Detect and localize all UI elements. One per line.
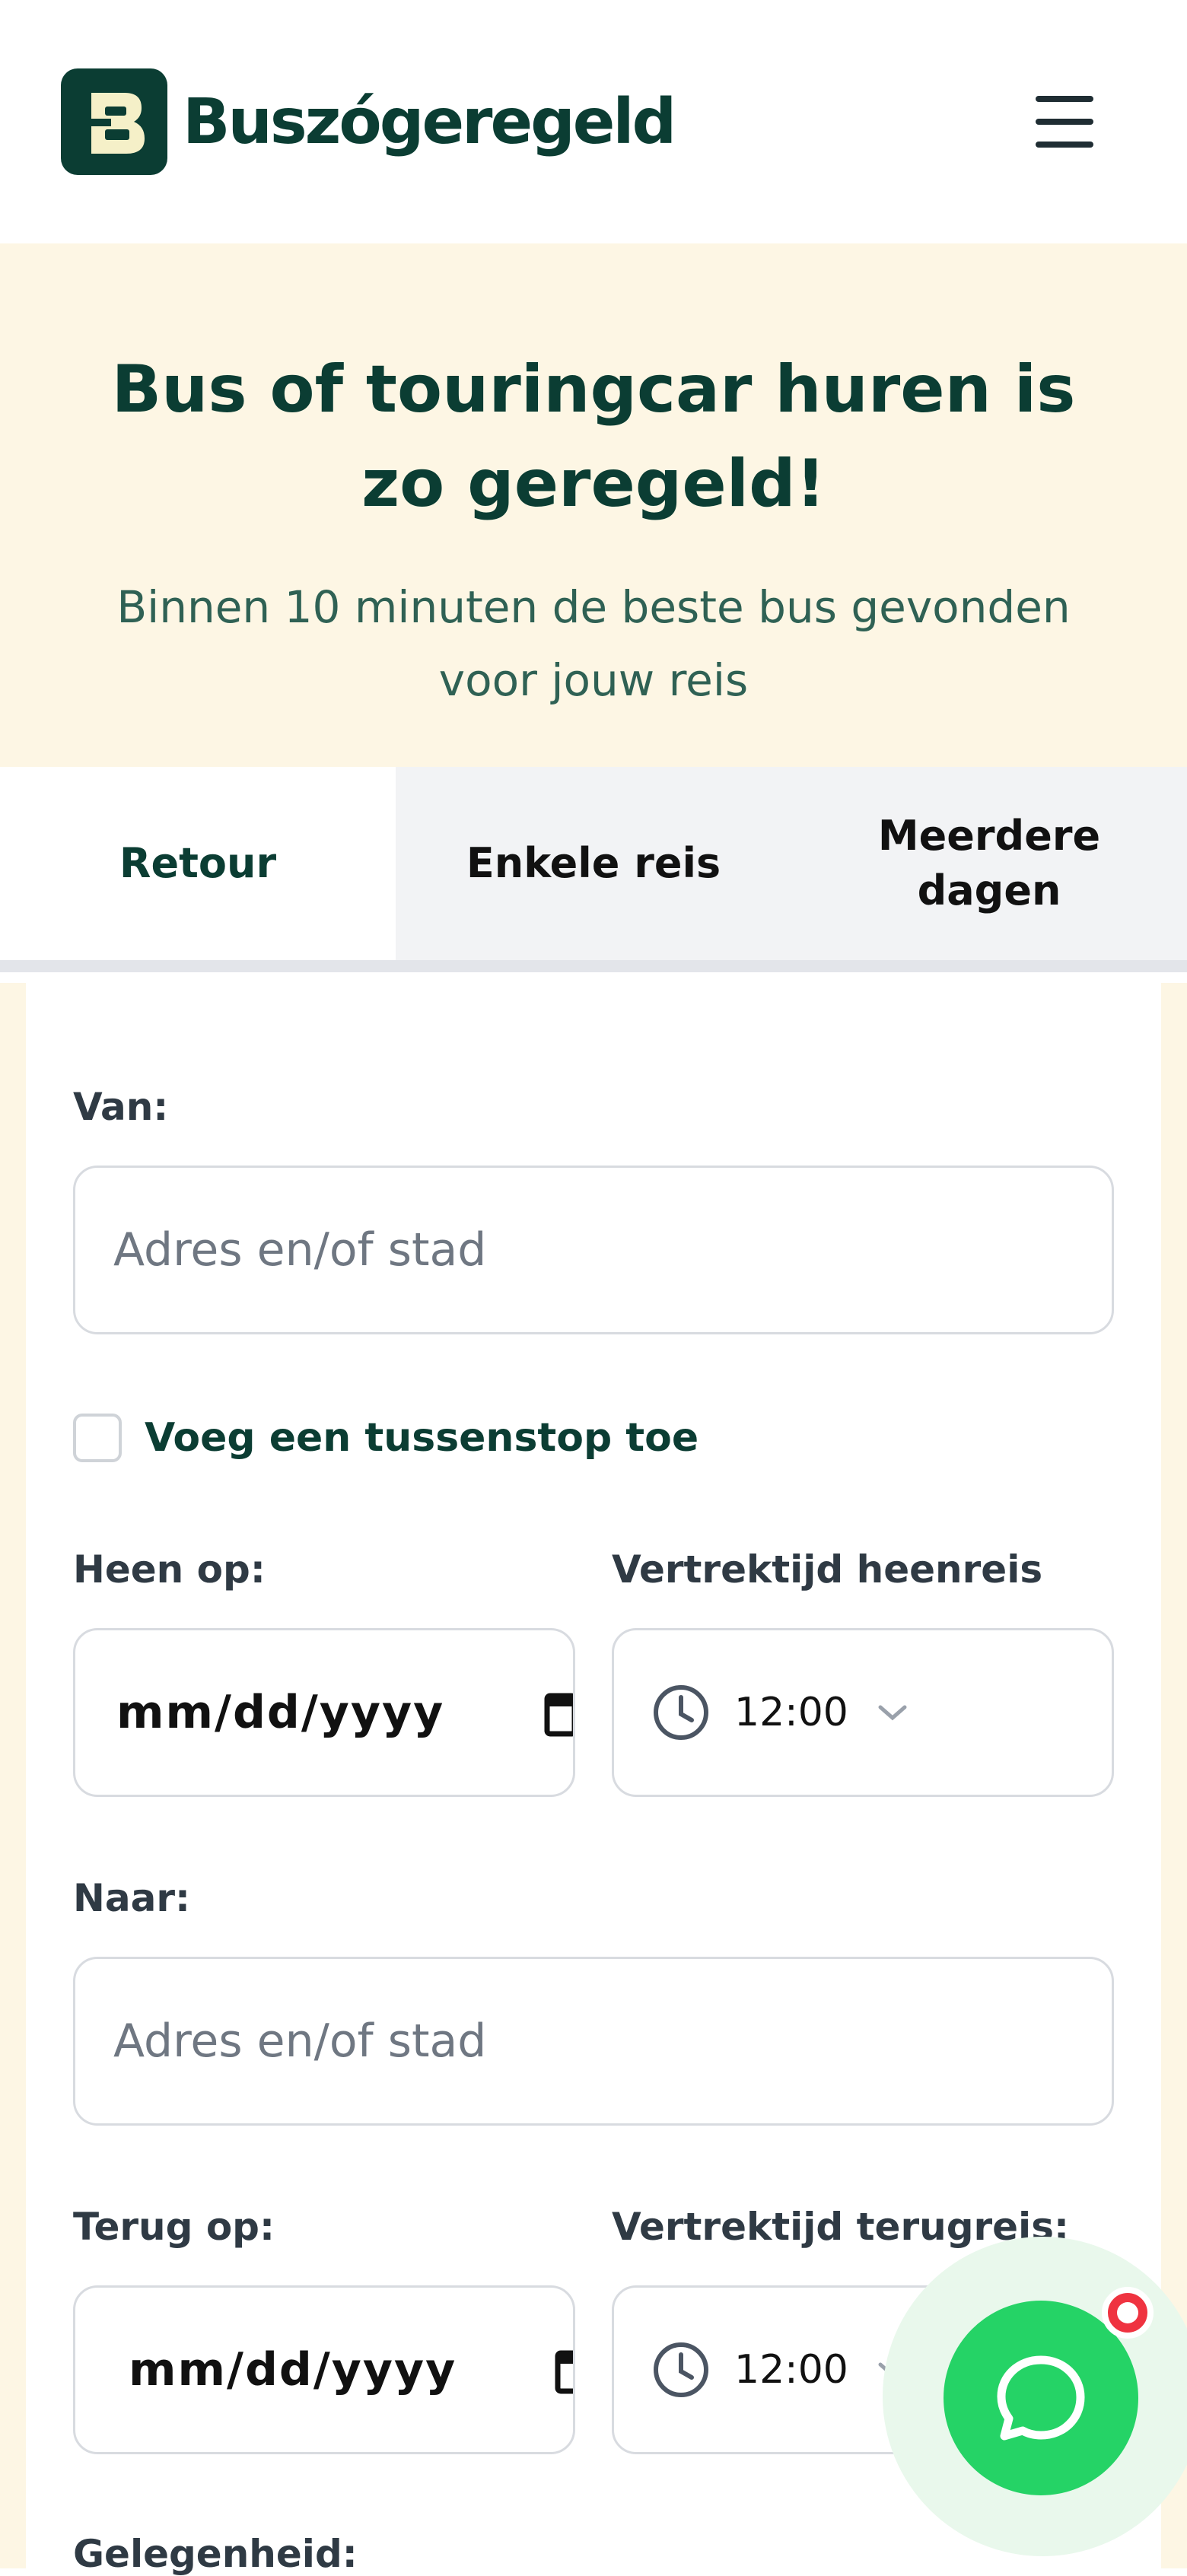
depart-time-label: Vertrektijd heenreis — [612, 1547, 1043, 1592]
depart-time-value: 12:00 — [734, 1690, 848, 1735]
tab-enkele-reis[interactable]: Enkele reis — [396, 767, 791, 960]
brand-name: Buszógeregeld — [183, 85, 676, 158]
return-date-label: Terug op: — [73, 2205, 275, 2249]
depart-date-label: Heen op: — [73, 1547, 266, 1592]
calendar-icon[interactable] — [550, 2349, 573, 2394]
clock-icon — [654, 2342, 708, 2397]
hero-title: Bus of touringcar huren is zo geregeld! — [111, 351, 1076, 522]
stopover-checkbox[interactable] — [73, 1414, 122, 1462]
return-date-value: mm/dd/yyyy — [129, 2343, 457, 2396]
brand-logo[interactable]: Buszógeregeld — [61, 68, 676, 175]
depart-date-value: mm/dd/yyyy — [116, 1686, 445, 1739]
to-placeholder: Adres en/of stad — [113, 2015, 487, 2068]
return-date-input[interactable]: mm/dd/yyyy — [73, 2285, 575, 2454]
stopover-label: Voeg een tussenstop toe — [145, 1415, 699, 1461]
tab-meerdere-dagen[interactable]: Meerdere dagen — [829, 767, 1149, 960]
from-placeholder: Adres en/of stad — [113, 1223, 487, 1277]
hero-subtitle: Binnen 10 minuten de beste bus gevonden … — [116, 581, 1071, 706]
tab-retour[interactable]: Retour — [0, 767, 396, 960]
depart-time-select[interactable]: 12:00 — [612, 1628, 1114, 1797]
notification-badge — [1102, 2287, 1154, 2339]
bus-logo-icon — [61, 68, 167, 175]
from-input[interactable]: Adres en/of stad — [73, 1166, 1114, 1334]
site-header: Buszógeregeld — [0, 0, 1187, 243]
trip-type-tabs: Retour Enkele reis Meerdere dagen — [0, 767, 1187, 972]
stopover-row: Voeg een tussenstop toe — [73, 1414, 699, 1462]
from-label: Van: — [73, 1085, 169, 1129]
return-time-value: 12:00 — [734, 2347, 848, 2393]
hero-section: Bus of touringcar huren is zo geregeld! … — [0, 243, 1187, 767]
chevron-down-icon — [878, 1705, 907, 1721]
clock-icon — [654, 1685, 708, 1740]
to-label: Naar: — [73, 1876, 190, 1920]
occasion-label: Gelegenheid: — [73, 2532, 358, 2576]
calendar-icon[interactable] — [535, 1691, 573, 1737]
to-input[interactable]: Adres en/of stad — [73, 1957, 1114, 2126]
hamburger-menu-icon[interactable] — [1031, 91, 1099, 152]
depart-date-input[interactable]: mm/dd/yyyy — [73, 1628, 575, 1797]
